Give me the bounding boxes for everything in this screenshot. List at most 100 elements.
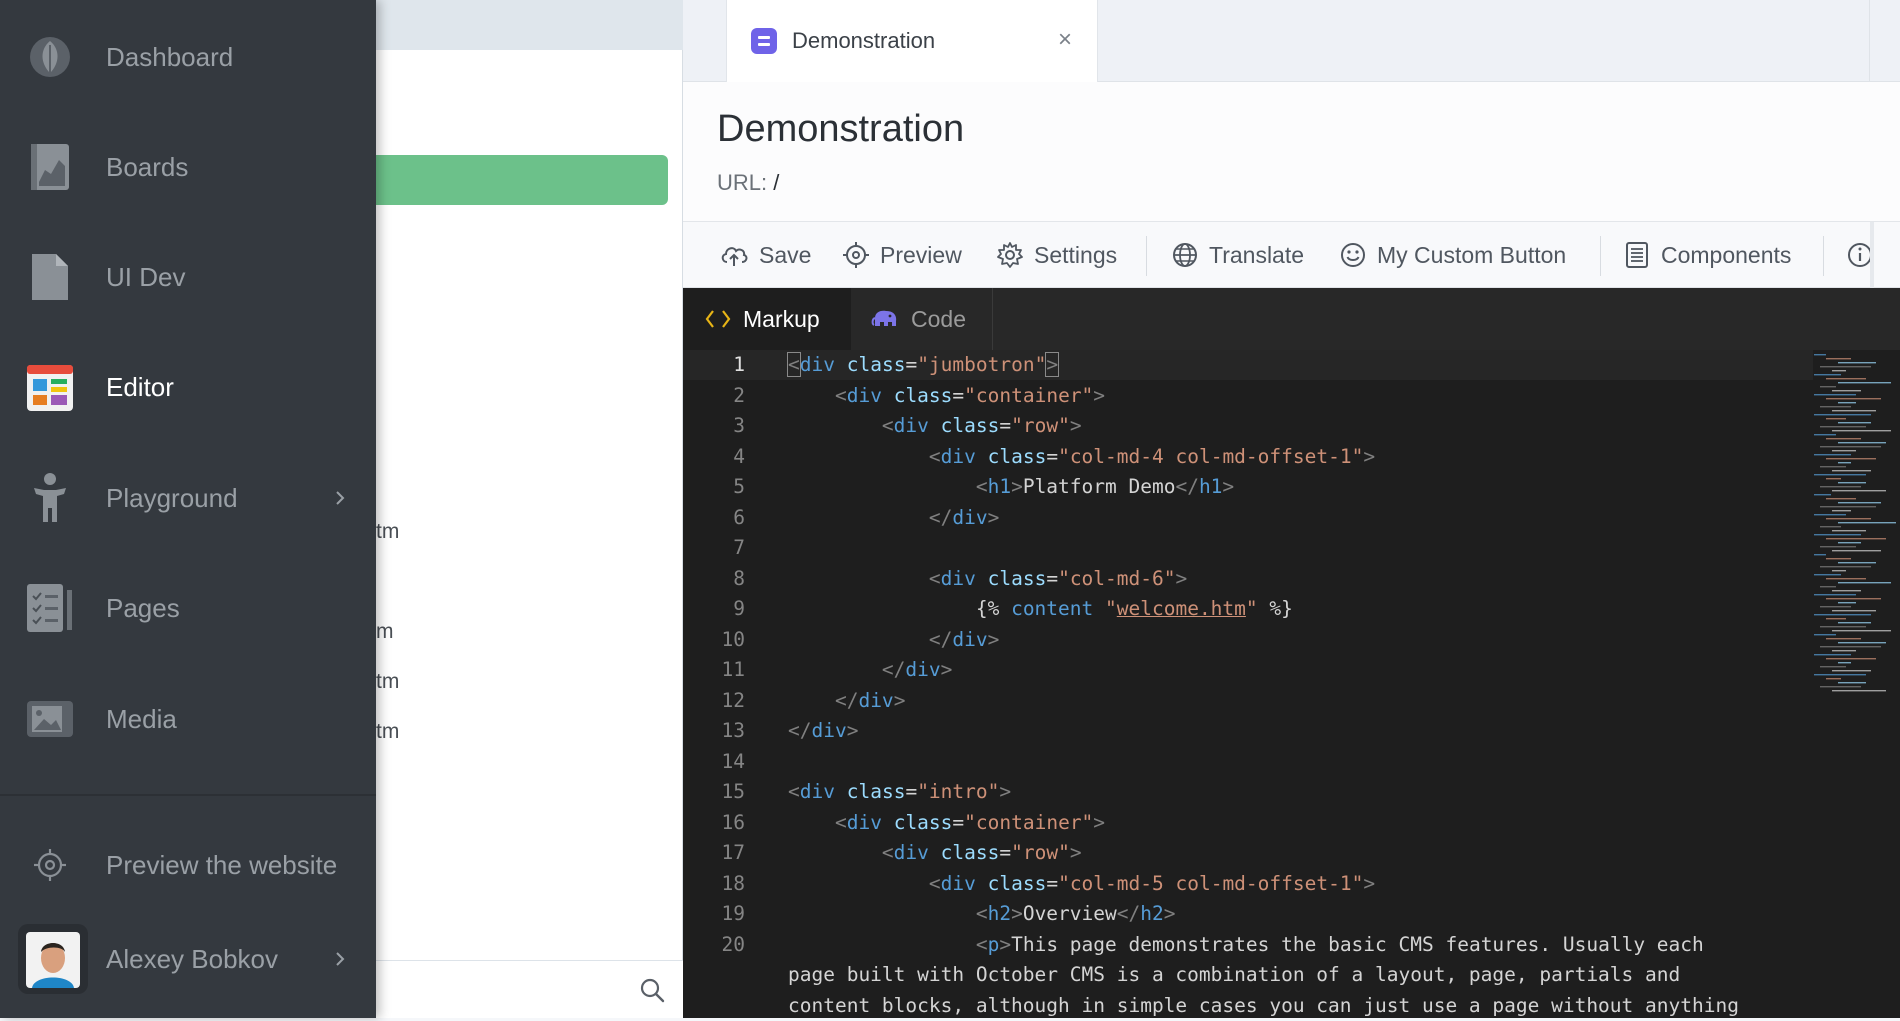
search-icon[interactable]: [639, 977, 665, 1003]
sidebar-item-boards[interactable]: Boards: [0, 112, 376, 222]
code-text: content blocks, although in simple cases…: [788, 993, 1739, 1017]
minimap-line: [1826, 518, 1871, 520]
checklist-icon: [25, 581, 75, 635]
sidebar-item-label: Dashboard: [106, 41, 234, 72]
code-line: page built with October CMS is a combina…: [683, 960, 1813, 990]
minimap-line: [1838, 562, 1876, 564]
minimap-line: [1832, 390, 1861, 392]
minimap-line: [1814, 474, 1866, 476]
chevron-right-icon[interactable]: [332, 951, 348, 967]
minimap-line: [1814, 594, 1856, 596]
list-item-fragment[interactable]: tm: [376, 670, 399, 694]
line-number: 4: [733, 444, 745, 468]
preview-label: Preview: [880, 241, 962, 268]
minimap-line: [1832, 630, 1891, 632]
minimap-line: [1832, 510, 1851, 512]
minimap-line: [1826, 458, 1876, 460]
tab-markup[interactable]: Markup: [683, 288, 851, 350]
code-brackets-icon: [705, 310, 731, 328]
document-list-icon: [1626, 242, 1648, 268]
minimap-line: [1838, 402, 1856, 404]
line-number: 1: [733, 353, 745, 376]
minimap-line: [1814, 654, 1851, 656]
tabbar-divider: [1869, 0, 1870, 82]
minimap-line: [1820, 466, 1846, 468]
settings-button[interactable]: Settings: [996, 222, 1117, 288]
sidebar-item-media[interactable]: Media: [0, 664, 376, 774]
sidebar-item-label: Editor: [106, 371, 174, 402]
preview-button[interactable]: Preview: [842, 222, 962, 288]
minimap-line: [1820, 546, 1856, 548]
preview-website-label: Preview the website: [106, 849, 338, 880]
sidebar-item-ui-dev[interactable]: UI Dev: [0, 222, 376, 332]
minimap-line: [1832, 450, 1856, 452]
code-minimap[interactable]: [1810, 350, 1900, 750]
sidebar-item-playground[interactable]: Playground: [0, 443, 376, 553]
minimap-line: [1826, 638, 1861, 640]
editor-tabs: Markup Code: [683, 288, 1900, 350]
code-line: 3 <div class="row">: [683, 411, 1813, 441]
sidebar-item-dashboard[interactable]: Dashboard: [0, 2, 376, 112]
code-line: 16 <div class="container">: [683, 808, 1813, 838]
settings-label: Settings: [1034, 241, 1118, 268]
minimap-line: [1814, 514, 1846, 516]
sidebar-item-editor[interactable]: Editor: [0, 332, 376, 442]
editor-icon: [25, 360, 75, 414]
url-label: URL:: [717, 170, 768, 195]
crosshair-icon: [25, 838, 75, 892]
code-editor[interactable]: Markup Code 1 <div class="jumbotron"> 2 <…: [683, 288, 1900, 1018]
code-text: <div class="col-md-5 col-md-offset-1">: [928, 871, 1376, 895]
save-button[interactable]: Save: [719, 222, 811, 288]
code-text: <div class="container">: [834, 383, 1106, 407]
line-number: 11: [721, 658, 745, 681]
code-line: 10 </div>: [683, 625, 1813, 655]
minimap-line: [1832, 550, 1881, 552]
line-number: 19: [721, 902, 745, 925]
minimap-line: [1832, 690, 1886, 692]
translate-button[interactable]: Translate: [1171, 222, 1304, 288]
list-item-fragment[interactable]: tm: [376, 520, 399, 544]
code-text: <div class="col-md-6">: [928, 566, 1188, 590]
minimap-line: [1814, 454, 1851, 456]
create-button-strip[interactable]: [376, 155, 668, 205]
minimap-line: [1832, 570, 1846, 572]
minimap-line: [1826, 678, 1841, 680]
minimap-line: [1832, 430, 1891, 432]
code-line: 6 </div>: [683, 503, 1813, 533]
smiley-icon: [1341, 243, 1365, 267]
code-text: <div class="intro">: [788, 780, 1012, 803]
code-text: <div class="container">: [834, 810, 1106, 834]
line-number: 7: [733, 536, 745, 559]
page-title: Demonstration: [717, 108, 965, 150]
minimap-line: [1838, 642, 1886, 644]
user-menu[interactable]: Alexey Bobkov: [0, 904, 376, 1014]
minimap-line: [1826, 398, 1881, 400]
list-item-fragment[interactable]: tm: [376, 720, 399, 744]
minimap-line: [1820, 606, 1851, 608]
minimap-line: [1820, 486, 1861, 488]
sidebar-item-pages[interactable]: Pages: [0, 553, 376, 663]
minimap-line: [1820, 406, 1851, 408]
my-custom-button[interactable]: My Custom Button: [1339, 222, 1566, 288]
list-item-fragment[interactable]: m: [376, 620, 394, 644]
chevron-right-icon[interactable]: [332, 490, 348, 506]
info-button[interactable]: [1846, 222, 1884, 288]
minimap-line: [1832, 410, 1876, 412]
minimap-line: [1820, 506, 1876, 508]
tab-code[interactable]: Code: [851, 288, 993, 350]
tab-demonstration[interactable]: Demonstration ×: [726, 0, 1098, 82]
components-button[interactable]: Components: [1623, 222, 1791, 288]
minimap-line: [1838, 502, 1881, 504]
code-area[interactable]: 1 <div class="jumbotron"> 2 <div class="c…: [683, 350, 1900, 1018]
code-line: 7: [683, 533, 1813, 563]
minimap-line: [1838, 522, 1896, 524]
code-line: 17 <div class="row">: [683, 838, 1813, 868]
sidebar-item-label: Pages: [106, 592, 180, 623]
minimap-line: [1838, 362, 1876, 364]
minimap-line: [1826, 538, 1886, 540]
line-number: 12: [721, 688, 745, 712]
translate-label: Translate: [1209, 241, 1305, 268]
code-text: <h2>Overview</h2>: [975, 902, 1176, 925]
my-custom-button-label: My Custom Button: [1377, 241, 1567, 268]
close-icon[interactable]: ×: [1055, 28, 1075, 52]
